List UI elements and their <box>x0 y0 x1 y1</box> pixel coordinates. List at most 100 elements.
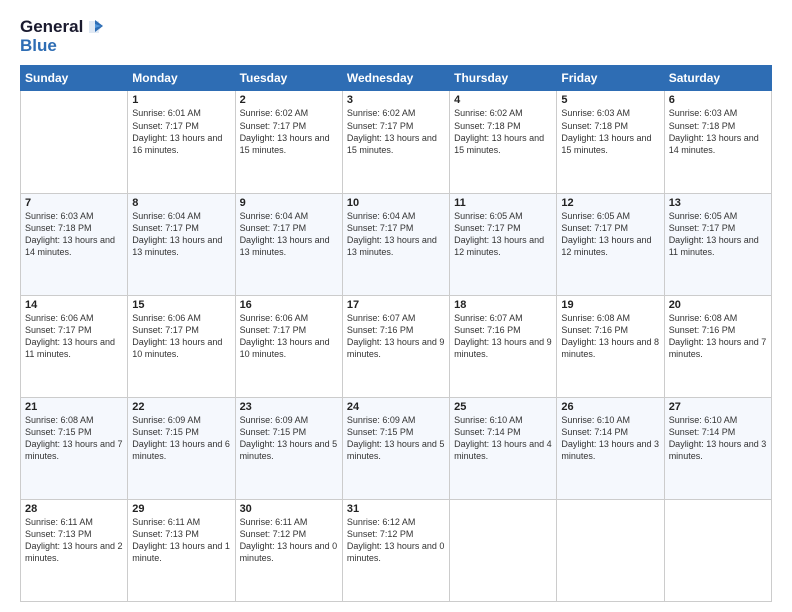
day-detail: Sunrise: 6:02 AMSunset: 7:18 PMDaylight:… <box>454 107 552 156</box>
day-number: 16 <box>240 299 338 311</box>
day-detail: Sunrise: 6:03 AMSunset: 7:18 PMDaylight:… <box>25 210 123 259</box>
calendar-cell: 18 Sunrise: 6:07 AMSunset: 7:16 PMDaylig… <box>450 295 557 397</box>
day-number: 7 <box>25 197 123 209</box>
calendar-cell: 21 Sunrise: 6:08 AMSunset: 7:15 PMDaylig… <box>21 397 128 499</box>
calendar-cell: 26 Sunrise: 6:10 AMSunset: 7:14 PMDaylig… <box>557 397 664 499</box>
calendar-day-header: Tuesday <box>235 66 342 91</box>
calendar-cell: 16 Sunrise: 6:06 AMSunset: 7:17 PMDaylig… <box>235 295 342 397</box>
day-detail: Sunrise: 6:02 AMSunset: 7:17 PMDaylight:… <box>240 107 338 156</box>
calendar-day-header: Sunday <box>21 66 128 91</box>
day-number: 18 <box>454 299 552 311</box>
calendar-cell: 25 Sunrise: 6:10 AMSunset: 7:14 PMDaylig… <box>450 397 557 499</box>
calendar-cell: 30 Sunrise: 6:11 AMSunset: 7:12 PMDaylig… <box>235 499 342 601</box>
day-detail: Sunrise: 6:08 AMSunset: 7:16 PMDaylight:… <box>561 312 659 361</box>
day-number: 14 <box>25 299 123 311</box>
calendar-cell: 9 Sunrise: 6:04 AMSunset: 7:17 PMDayligh… <box>235 193 342 295</box>
day-detail: Sunrise: 6:08 AMSunset: 7:15 PMDaylight:… <box>25 414 123 463</box>
logo-arrow-icon <box>85 18 103 36</box>
day-detail: Sunrise: 6:12 AMSunset: 7:12 PMDaylight:… <box>347 516 445 565</box>
day-number: 11 <box>454 197 552 209</box>
calendar-cell: 14 Sunrise: 6:06 AMSunset: 7:17 PMDaylig… <box>21 295 128 397</box>
calendar-cell: 6 Sunrise: 6:03 AMSunset: 7:18 PMDayligh… <box>664 91 771 193</box>
day-detail: Sunrise: 6:05 AMSunset: 7:17 PMDaylight:… <box>669 210 767 259</box>
logo-text-blue: Blue <box>20 37 57 56</box>
calendar-cell: 19 Sunrise: 6:08 AMSunset: 7:16 PMDaylig… <box>557 295 664 397</box>
day-number: 20 <box>669 299 767 311</box>
calendar-cell: 22 Sunrise: 6:09 AMSunset: 7:15 PMDaylig… <box>128 397 235 499</box>
calendar-cell: 1 Sunrise: 6:01 AMSunset: 7:17 PMDayligh… <box>128 91 235 193</box>
calendar-day-header: Friday <box>557 66 664 91</box>
day-number: 29 <box>132 503 230 515</box>
calendar: SundayMondayTuesdayWednesdayThursdayFrid… <box>20 65 772 602</box>
calendar-cell: 28 Sunrise: 6:11 AMSunset: 7:13 PMDaylig… <box>21 499 128 601</box>
calendar-week-row: 28 Sunrise: 6:11 AMSunset: 7:13 PMDaylig… <box>21 499 772 601</box>
logo: General Blue <box>20 18 103 55</box>
logo-text-general: General <box>20 18 83 37</box>
day-number: 3 <box>347 94 445 106</box>
day-detail: Sunrise: 6:09 AMSunset: 7:15 PMDaylight:… <box>347 414 445 463</box>
day-detail: Sunrise: 6:01 AMSunset: 7:17 PMDaylight:… <box>132 107 230 156</box>
day-number: 10 <box>347 197 445 209</box>
day-number: 25 <box>454 401 552 413</box>
day-detail: Sunrise: 6:11 AMSunset: 7:12 PMDaylight:… <box>240 516 338 565</box>
calendar-week-row: 1 Sunrise: 6:01 AMSunset: 7:17 PMDayligh… <box>21 91 772 193</box>
day-detail: Sunrise: 6:06 AMSunset: 7:17 PMDaylight:… <box>132 312 230 361</box>
day-number: 5 <box>561 94 659 106</box>
day-number: 12 <box>561 197 659 209</box>
calendar-cell: 31 Sunrise: 6:12 AMSunset: 7:12 PMDaylig… <box>342 499 449 601</box>
day-number: 31 <box>347 503 445 515</box>
day-detail: Sunrise: 6:07 AMSunset: 7:16 PMDaylight:… <box>347 312 445 361</box>
calendar-cell <box>664 499 771 601</box>
day-number: 30 <box>240 503 338 515</box>
day-detail: Sunrise: 6:10 AMSunset: 7:14 PMDaylight:… <box>454 414 552 463</box>
calendar-cell: 12 Sunrise: 6:05 AMSunset: 7:17 PMDaylig… <box>557 193 664 295</box>
calendar-week-row: 14 Sunrise: 6:06 AMSunset: 7:17 PMDaylig… <box>21 295 772 397</box>
calendar-cell: 8 Sunrise: 6:04 AMSunset: 7:17 PMDayligh… <box>128 193 235 295</box>
day-detail: Sunrise: 6:11 AMSunset: 7:13 PMDaylight:… <box>25 516 123 565</box>
calendar-cell: 13 Sunrise: 6:05 AMSunset: 7:17 PMDaylig… <box>664 193 771 295</box>
day-number: 2 <box>240 94 338 106</box>
day-number: 13 <box>669 197 767 209</box>
calendar-cell: 20 Sunrise: 6:08 AMSunset: 7:16 PMDaylig… <box>664 295 771 397</box>
calendar-header-row: SundayMondayTuesdayWednesdayThursdayFrid… <box>21 66 772 91</box>
page: General Blue SundayMondayTuesdayWednesda… <box>0 0 792 612</box>
calendar-cell <box>450 499 557 601</box>
calendar-day-header: Thursday <box>450 66 557 91</box>
day-number: 26 <box>561 401 659 413</box>
day-number: 1 <box>132 94 230 106</box>
day-detail: Sunrise: 6:09 AMSunset: 7:15 PMDaylight:… <box>132 414 230 463</box>
calendar-cell: 5 Sunrise: 6:03 AMSunset: 7:18 PMDayligh… <box>557 91 664 193</box>
calendar-week-row: 7 Sunrise: 6:03 AMSunset: 7:18 PMDayligh… <box>21 193 772 295</box>
calendar-cell <box>21 91 128 193</box>
day-detail: Sunrise: 6:07 AMSunset: 7:16 PMDaylight:… <box>454 312 552 361</box>
calendar-cell: 3 Sunrise: 6:02 AMSunset: 7:17 PMDayligh… <box>342 91 449 193</box>
day-number: 28 <box>25 503 123 515</box>
calendar-cell: 29 Sunrise: 6:11 AMSunset: 7:13 PMDaylig… <box>128 499 235 601</box>
calendar-cell: 2 Sunrise: 6:02 AMSunset: 7:17 PMDayligh… <box>235 91 342 193</box>
day-detail: Sunrise: 6:03 AMSunset: 7:18 PMDaylight:… <box>561 107 659 156</box>
day-detail: Sunrise: 6:08 AMSunset: 7:16 PMDaylight:… <box>669 312 767 361</box>
calendar-cell: 27 Sunrise: 6:10 AMSunset: 7:14 PMDaylig… <box>664 397 771 499</box>
calendar-cell <box>557 499 664 601</box>
day-number: 4 <box>454 94 552 106</box>
day-number: 24 <box>347 401 445 413</box>
day-detail: Sunrise: 6:10 AMSunset: 7:14 PMDaylight:… <box>561 414 659 463</box>
day-detail: Sunrise: 6:10 AMSunset: 7:14 PMDaylight:… <box>669 414 767 463</box>
calendar-week-row: 21 Sunrise: 6:08 AMSunset: 7:15 PMDaylig… <box>21 397 772 499</box>
calendar-cell: 10 Sunrise: 6:04 AMSunset: 7:17 PMDaylig… <box>342 193 449 295</box>
day-detail: Sunrise: 6:03 AMSunset: 7:18 PMDaylight:… <box>669 107 767 156</box>
calendar-cell: 11 Sunrise: 6:05 AMSunset: 7:17 PMDaylig… <box>450 193 557 295</box>
day-detail: Sunrise: 6:09 AMSunset: 7:15 PMDaylight:… <box>240 414 338 463</box>
calendar-cell: 17 Sunrise: 6:07 AMSunset: 7:16 PMDaylig… <box>342 295 449 397</box>
day-number: 8 <box>132 197 230 209</box>
calendar-cell: 15 Sunrise: 6:06 AMSunset: 7:17 PMDaylig… <box>128 295 235 397</box>
calendar-day-header: Wednesday <box>342 66 449 91</box>
calendar-day-header: Saturday <box>664 66 771 91</box>
day-detail: Sunrise: 6:06 AMSunset: 7:17 PMDaylight:… <box>25 312 123 361</box>
day-number: 22 <box>132 401 230 413</box>
day-number: 9 <box>240 197 338 209</box>
day-number: 6 <box>669 94 767 106</box>
day-detail: Sunrise: 6:04 AMSunset: 7:17 PMDaylight:… <box>132 210 230 259</box>
day-detail: Sunrise: 6:05 AMSunset: 7:17 PMDaylight:… <box>561 210 659 259</box>
day-number: 21 <box>25 401 123 413</box>
